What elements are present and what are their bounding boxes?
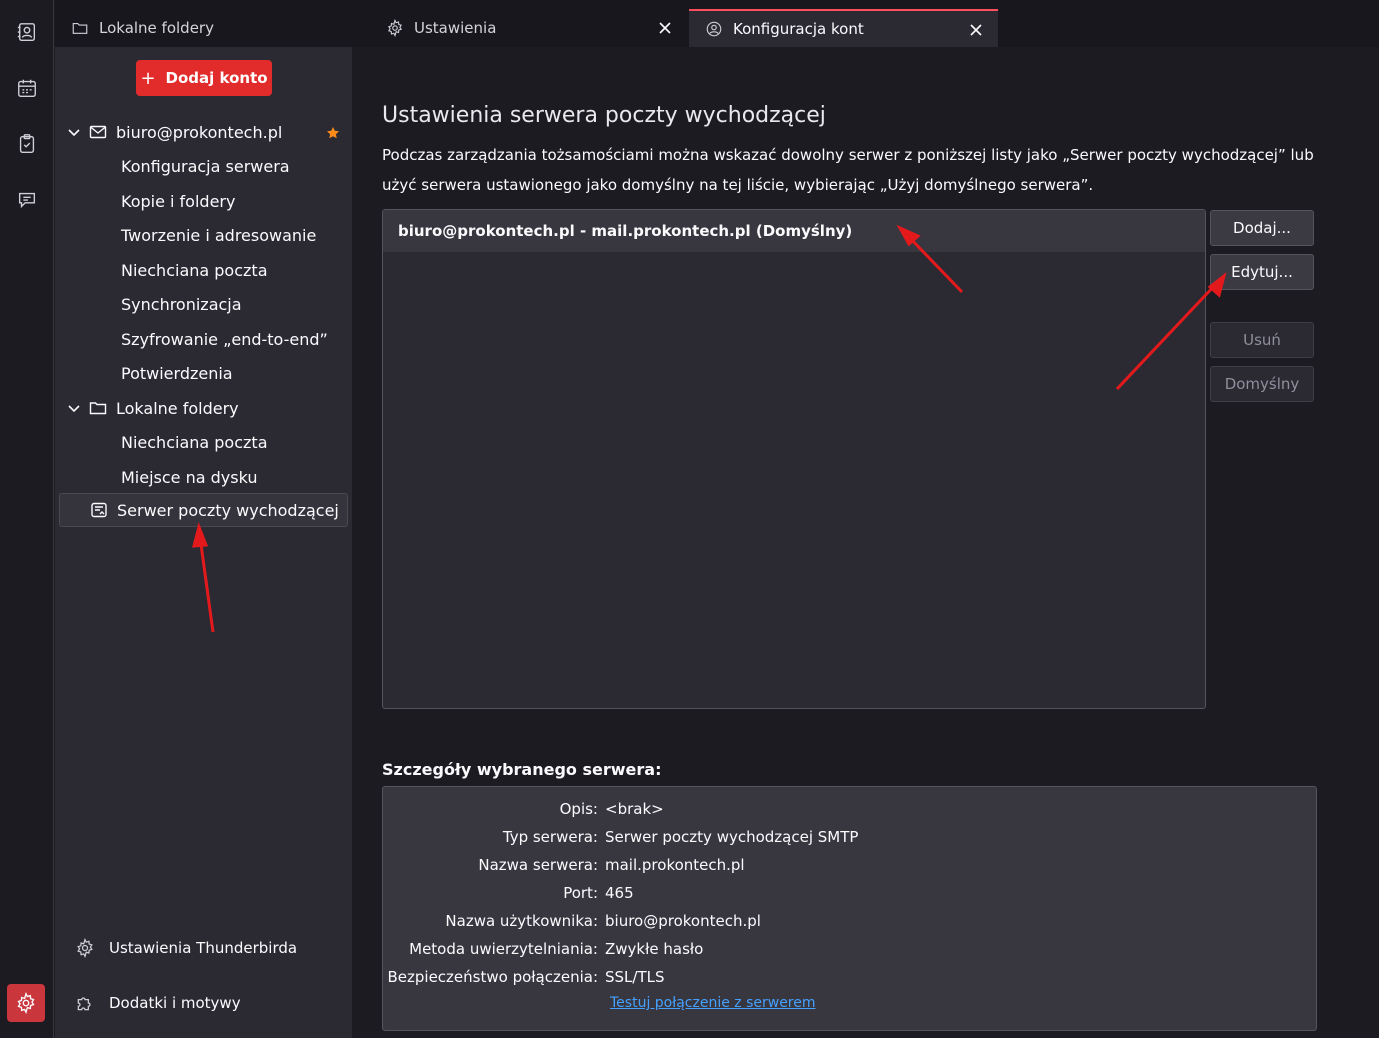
edit-server-button[interactable]: Edytuj...: [1210, 254, 1314, 290]
chevron-down-icon[interactable]: [67, 125, 81, 139]
local-folders-label: Lokalne foldery: [116, 398, 239, 418]
folder-icon: [89, 399, 107, 417]
folder-icon: [71, 19, 89, 37]
detail-row-port: Port: 465: [383, 884, 1318, 912]
detail-value: SSL/TLS: [605, 968, 665, 986]
star-icon: [326, 125, 340, 139]
add-account-button[interactable]: + Dodaj konto: [136, 60, 272, 96]
addons-link-label: Dodatki i motywy: [109, 994, 241, 1012]
tasks-icon[interactable]: [11, 128, 43, 160]
detail-label: Metoda uwierzytelniania:: [409, 940, 598, 958]
detail-value: mail.prokontech.pl: [605, 856, 745, 874]
puzzle-icon: [77, 997, 91, 1011]
tree-item-account[interactable]: biuro@prokontech.pl: [59, 115, 348, 149]
tree-item-local-junk[interactable]: Niechciana poczta: [59, 425, 348, 459]
list-item[interactable]: biuro@prokontech.pl - mail.prokontech.pl…: [383, 210, 1205, 252]
tab-bar: Lokalne foldery Ustawienia Konfiguracja …: [55, 0, 1379, 47]
remove-server-button[interactable]: Usuń: [1210, 322, 1314, 358]
page-title: Ustawienia serwera poczty wychodzącej: [382, 103, 826, 128]
tree-item-composition[interactable]: Tworzenie i adresowanie: [59, 218, 348, 252]
account-tree-sidebar: + Dodaj konto biuro@prokontech.pl Konfig…: [55, 47, 352, 1038]
tree-item-label: Kopie i foldery: [121, 191, 236, 211]
tree-item-label: Tworzenie i adresowanie: [121, 225, 317, 245]
tree-item-server-settings[interactable]: Konfiguracja serwera: [59, 149, 348, 183]
tree-item-label: Synchronizacja: [121, 294, 242, 314]
gear-icon: [386, 18, 404, 38]
chevron-down-icon[interactable]: [67, 401, 81, 415]
thunderbird-settings-link[interactable]: Ustawienia Thunderbirda: [75, 933, 297, 963]
tab-account-settings[interactable]: Konfiguracja kont: [689, 9, 998, 47]
tree-item-label: Niechciana poczta: [121, 260, 268, 280]
set-default-button[interactable]: Domyślny: [1210, 366, 1314, 402]
close-icon[interactable]: [966, 20, 986, 40]
tree-item-label: Szyfrowanie „end-to-end”: [121, 329, 328, 349]
calendar-icon[interactable]: [11, 72, 43, 104]
page-description: Podczas zarządzania tożsamościami można …: [382, 146, 1314, 194]
tree-item-junk[interactable]: Niechciana poczta: [59, 253, 348, 287]
tree-item-label: Konfiguracja serwera: [121, 156, 290, 176]
server-details-box: Opis: <brak> Typ serwera: Serwer poczty …: [382, 786, 1317, 1031]
detail-value: <brak>: [605, 800, 664, 818]
detail-row-description: Opis: <brak>: [383, 800, 1318, 828]
detail-row-server-type: Typ serwera: Serwer poczty wychodzącej S…: [383, 828, 1318, 856]
tree-item-label: Potwierdzenia: [121, 363, 233, 383]
detail-label: Bezpieczeństwo połączenia:: [387, 968, 599, 986]
spaces-toolbar: [0, 0, 54, 1038]
detail-row-auth-method: Metoda uwierzytelniania: Zwykłe hasło: [383, 940, 1318, 968]
server-list[interactable]: biuro@prokontech.pl - mail.prokontech.pl…: [382, 209, 1206, 709]
outgoing-server-icon: [90, 501, 108, 519]
tree-item-disk-space[interactable]: Miejsce na dysku: [59, 460, 348, 494]
details-heading: Szczegóły wybranego serwera:: [382, 760, 662, 779]
plus-icon: +: [140, 67, 156, 89]
detail-label: Nazwa użytkownika:: [445, 912, 598, 930]
address-book-icon[interactable]: [11, 16, 43, 48]
test-connection-link[interactable]: Testuj połączenie z serwerem: [610, 995, 816, 1011]
detail-label: Nazwa serwera:: [478, 856, 598, 874]
detail-value: Zwykłe hasło: [605, 940, 704, 958]
account-name: biuro@prokontech.pl: [116, 122, 283, 142]
addons-themes-link[interactable]: Dodatki i motywy: [75, 988, 241, 1018]
tab-label: Konfiguracja kont: [733, 20, 864, 38]
tab-local-folders[interactable]: Lokalne foldery: [55, 9, 370, 47]
detail-value: Serwer poczty wychodzącej SMTP: [605, 828, 859, 846]
detail-value: biuro@prokontech.pl: [605, 912, 761, 930]
chat-icon[interactable]: [11, 184, 43, 216]
outgoing-server-label: Serwer poczty wychodzącej: [117, 500, 339, 520]
tab-label: Ustawienia: [414, 19, 497, 37]
tree-item-local-folders[interactable]: Lokalne foldery: [59, 391, 348, 425]
account-settings-icon: [705, 20, 723, 38]
settings-link-label: Ustawienia Thunderbirda: [109, 939, 298, 957]
add-server-button[interactable]: Dodaj...: [1210, 210, 1314, 246]
tree-item-receipts[interactable]: Potwierdzenia: [59, 356, 348, 390]
settings-space-icon[interactable]: [7, 984, 45, 1022]
tree-item-e2e[interactable]: Szyfrowanie „end-to-end”: [59, 322, 348, 356]
detail-row-server-name: Nazwa serwera: mail.prokontech.pl: [383, 856, 1318, 884]
tree-item-label: Niechciana poczta: [121, 432, 268, 452]
tab-label: Lokalne foldery: [99, 19, 214, 37]
tree-item-label: Miejsce na dysku: [121, 467, 258, 487]
detail-label: Port:: [563, 884, 598, 902]
detail-row-security: Bezpieczeństwo połączenia: SSL/TLS: [383, 968, 1318, 996]
tree-item-sync[interactable]: Synchronizacja: [59, 287, 348, 321]
tab-settings[interactable]: Ustawienia: [370, 9, 687, 47]
detail-label: Typ serwera:: [502, 828, 598, 846]
add-account-label: Dodaj konto: [165, 69, 268, 87]
detail-row-username: Nazwa użytkownika: biuro@prokontech.pl: [383, 912, 1318, 940]
main-panel: Ustawienia serwera poczty wychodzącej Po…: [352, 47, 1379, 1038]
mail-account-icon: [89, 123, 107, 141]
gear-icon: [77, 938, 93, 958]
tree-item-copies-folders[interactable]: Kopie i foldery: [59, 184, 348, 218]
detail-value: 465: [605, 884, 634, 902]
tree-item-outgoing-server[interactable]: Serwer poczty wychodzącej: [59, 493, 348, 527]
detail-label: Opis:: [559, 800, 598, 818]
close-icon[interactable]: [655, 18, 675, 38]
